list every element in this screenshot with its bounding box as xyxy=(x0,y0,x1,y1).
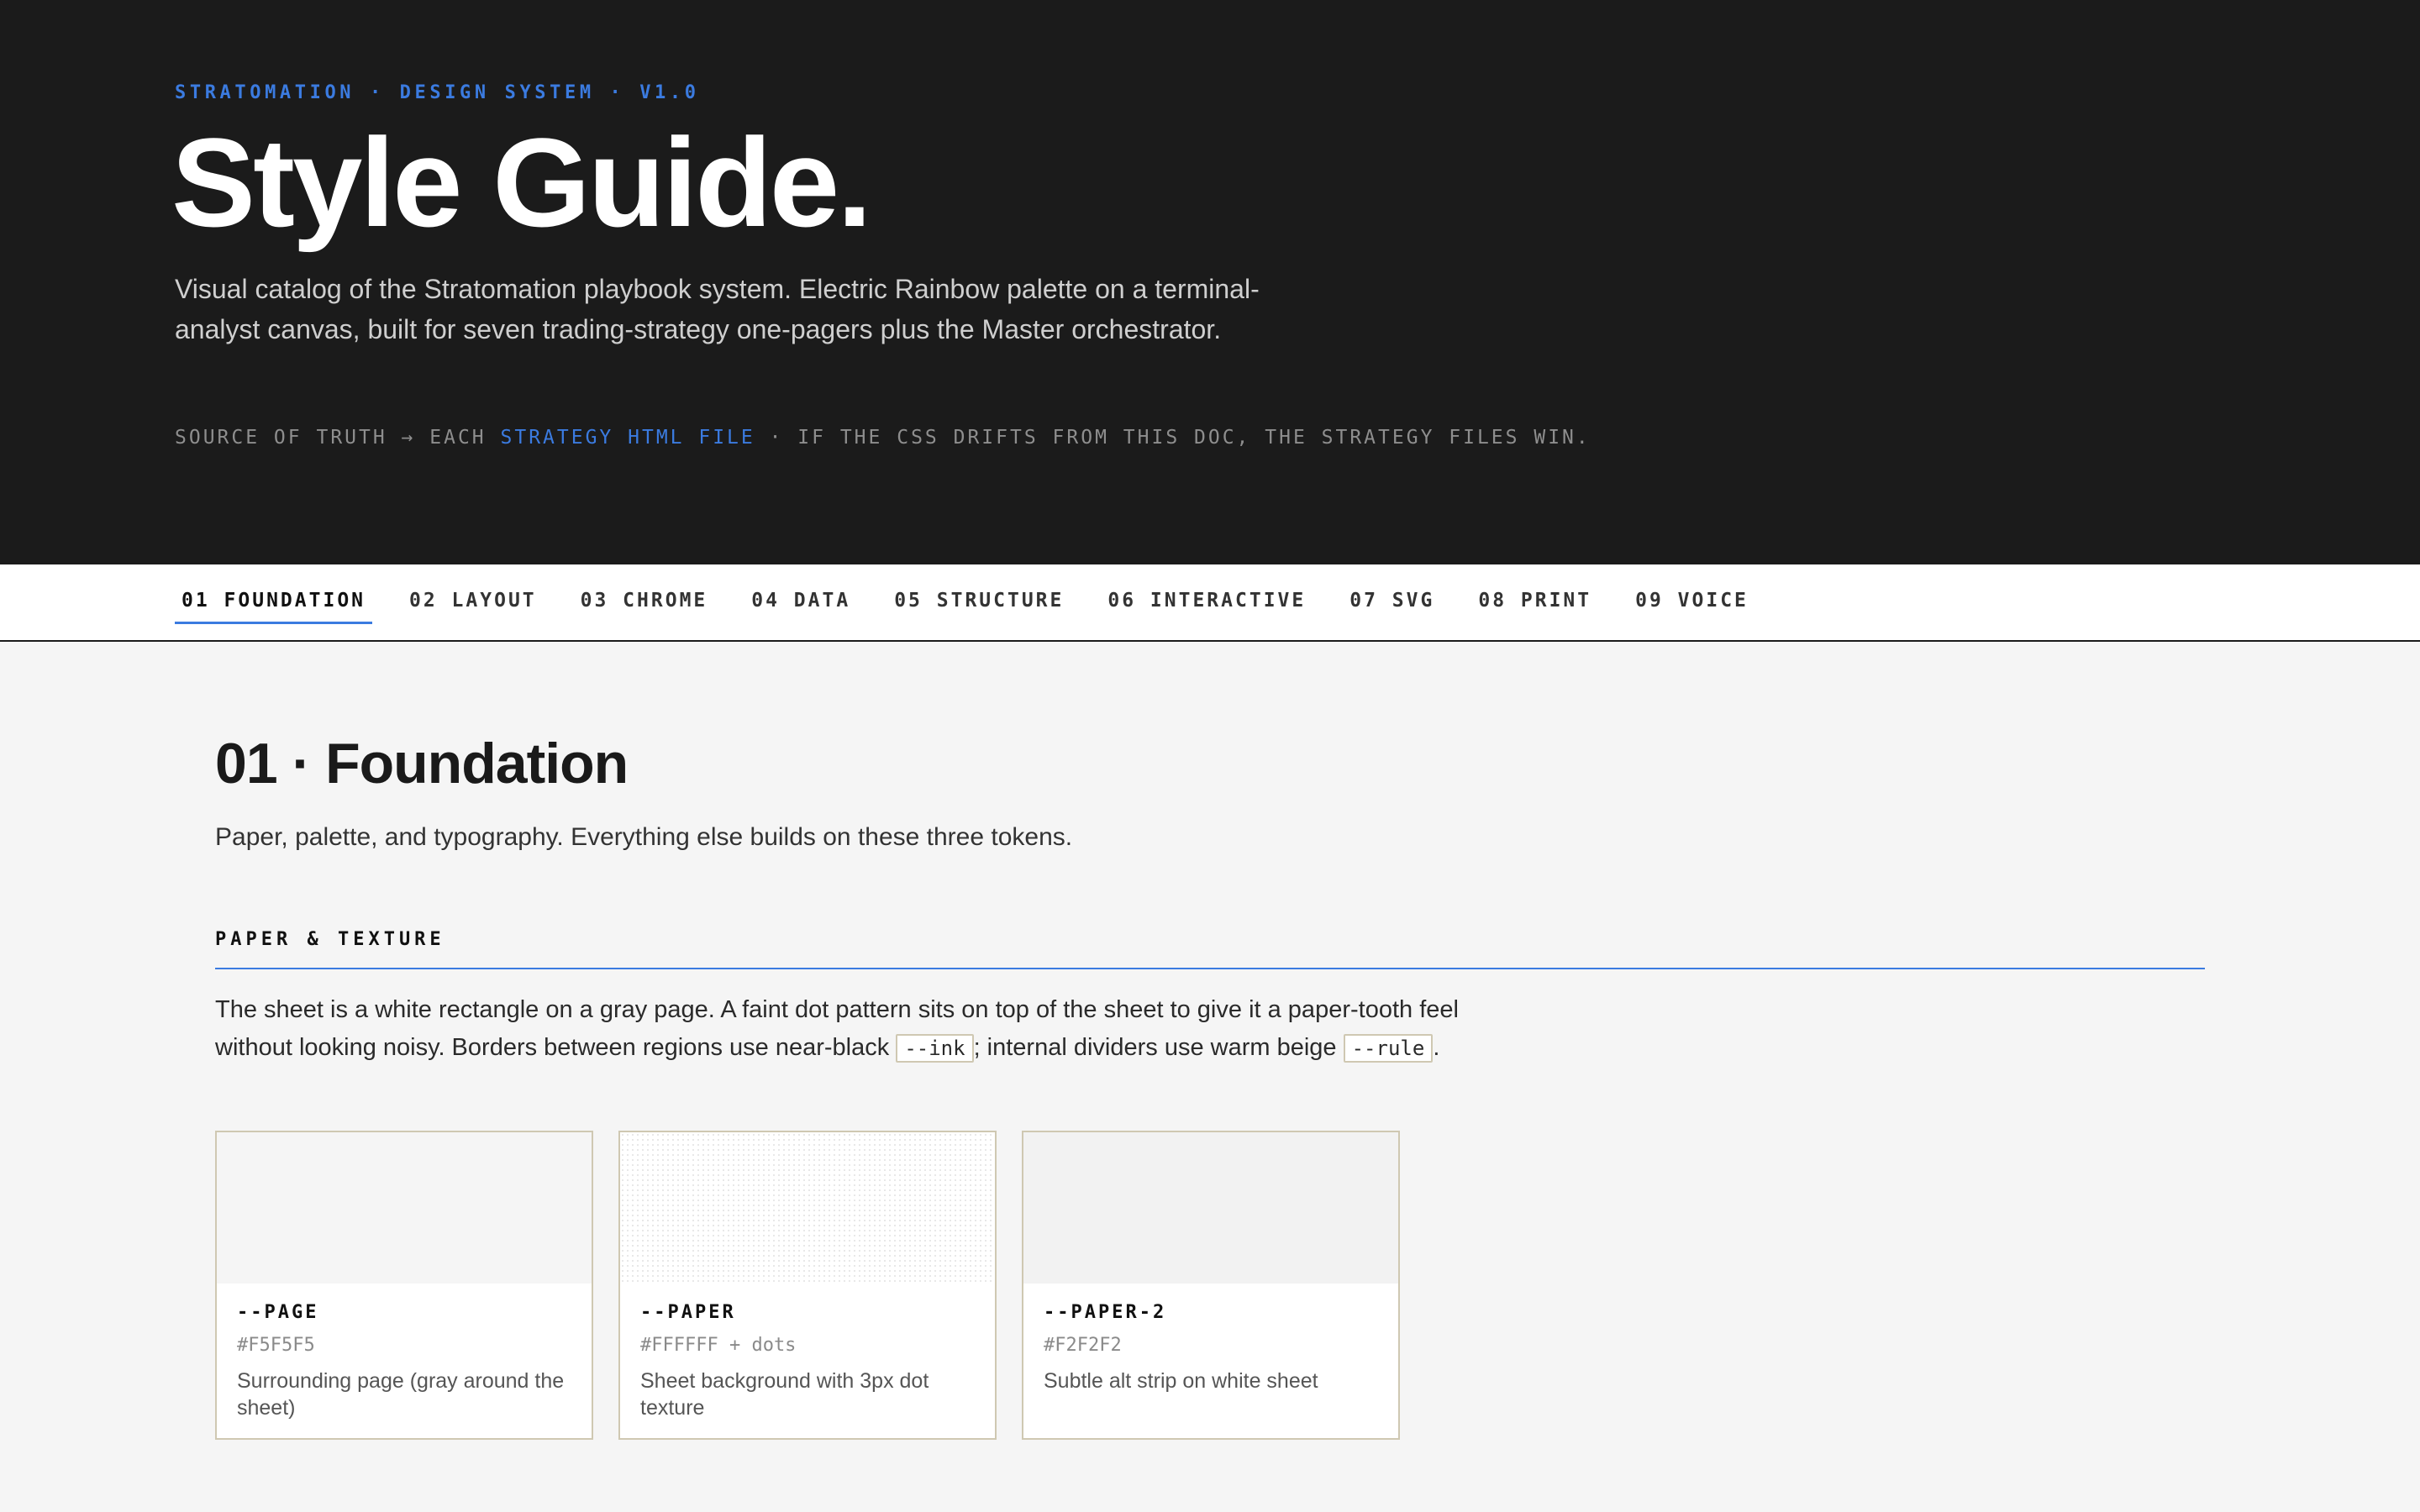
tab-print[interactable]: 08 PRINT xyxy=(1471,590,1598,622)
section-title: 01 · Foundation xyxy=(215,732,629,795)
swatch-card-body: --PAGE #F5F5F5 Surrounding page (gray ar… xyxy=(217,1284,592,1440)
para-text-3: . xyxy=(1433,1034,1440,1061)
hero-eyebrow: STRATOMATION · DESIGN SYSTEM · V1.0 xyxy=(175,82,700,103)
tab-voice[interactable]: 09 VOICE xyxy=(1628,590,1755,622)
swatch-description: Subtle alt strip on white sheet xyxy=(1044,1369,1318,1393)
swatch-name: --PAPER xyxy=(640,1302,736,1323)
source-link[interactable]: STRATEGY HTML FILE xyxy=(501,427,755,449)
source-of-truth-note: SOURCE OF TRUTH → EACH STRATEGY HTML FIL… xyxy=(175,427,1591,449)
tab-interactive[interactable]: 06 INTERACTIVE xyxy=(1101,590,1313,622)
swatch-card-page: --PAGE #F5F5F5 Surrounding page (gray ar… xyxy=(215,1131,593,1440)
code-token-ink: --ink xyxy=(896,1034,974,1063)
tab-data[interactable]: 04 DATA xyxy=(744,590,857,622)
source-prefix: SOURCE OF TRUTH → EACH xyxy=(175,427,501,449)
swatch-hex: #F5F5F5 xyxy=(237,1335,315,1356)
swatch-name: --PAGE xyxy=(237,1302,319,1323)
hero: STRATOMATION · DESIGN SYSTEM · V1.0 Styl… xyxy=(0,0,2420,564)
swatch-preview-paper-2 xyxy=(1023,1132,1398,1284)
swatch-hex: #F2F2F2 xyxy=(1044,1335,1122,1356)
tab-foundation[interactable]: 01 FOUNDATION xyxy=(175,590,373,624)
swatch-preview-page xyxy=(217,1132,592,1284)
source-suffix: · IF THE CSS DRIFTS FROM THIS DOC, THE S… xyxy=(755,427,1591,449)
tab-svg[interactable]: 07 SVG xyxy=(1343,590,1441,622)
tab-layout[interactable]: 02 LAYOUT xyxy=(402,590,544,622)
swatch-description: Surrounding page (gray around the sheet) xyxy=(237,1369,565,1420)
code-token-rule: --rule xyxy=(1343,1034,1434,1063)
subsection-heading: PAPER & TEXTURE xyxy=(215,929,445,950)
section-nav: 01 FOUNDATION 02 LAYOUT 03 CHROME 04 DAT… xyxy=(0,564,2420,642)
swatch-card-paper: --PAPER #FFFFFF + dots Sheet background … xyxy=(618,1131,997,1440)
swatch-preview-paper xyxy=(620,1132,995,1284)
subsection-rule xyxy=(215,968,2205,969)
tab-chrome[interactable]: 03 CHROME xyxy=(574,590,715,622)
para-text-2: ; internal dividers use warm beige xyxy=(973,1034,1344,1061)
swatch-cards: --PAGE #F5F5F5 Surrounding page (gray ar… xyxy=(215,1131,1400,1440)
page-title: Style Guide. xyxy=(171,112,872,253)
paper-texture-paragraph: The sheet is a white rectangle on a gray… xyxy=(215,991,1459,1068)
swatch-description: Sheet background with 3px dot texture xyxy=(640,1369,929,1420)
section-subtitle: Paper, palette, and typography. Everythi… xyxy=(215,823,1073,851)
swatch-hex: #FFFFFF + dots xyxy=(640,1335,797,1356)
hero-lede: Visual catalog of the Stratomation playb… xyxy=(175,274,1260,344)
tab-structure[interactable]: 05 STRUCTURE xyxy=(887,590,1071,622)
swatch-card-body: --PAPER #FFFFFF + dots Sheet background … xyxy=(620,1284,995,1440)
swatch-card-body: --PAPER-2 #F2F2F2 Subtle alt strip on wh… xyxy=(1023,1284,1398,1413)
swatch-name: --PAPER-2 xyxy=(1044,1302,1167,1323)
swatch-card-paper-2: --PAPER-2 #F2F2F2 Subtle alt strip on wh… xyxy=(1022,1131,1400,1440)
